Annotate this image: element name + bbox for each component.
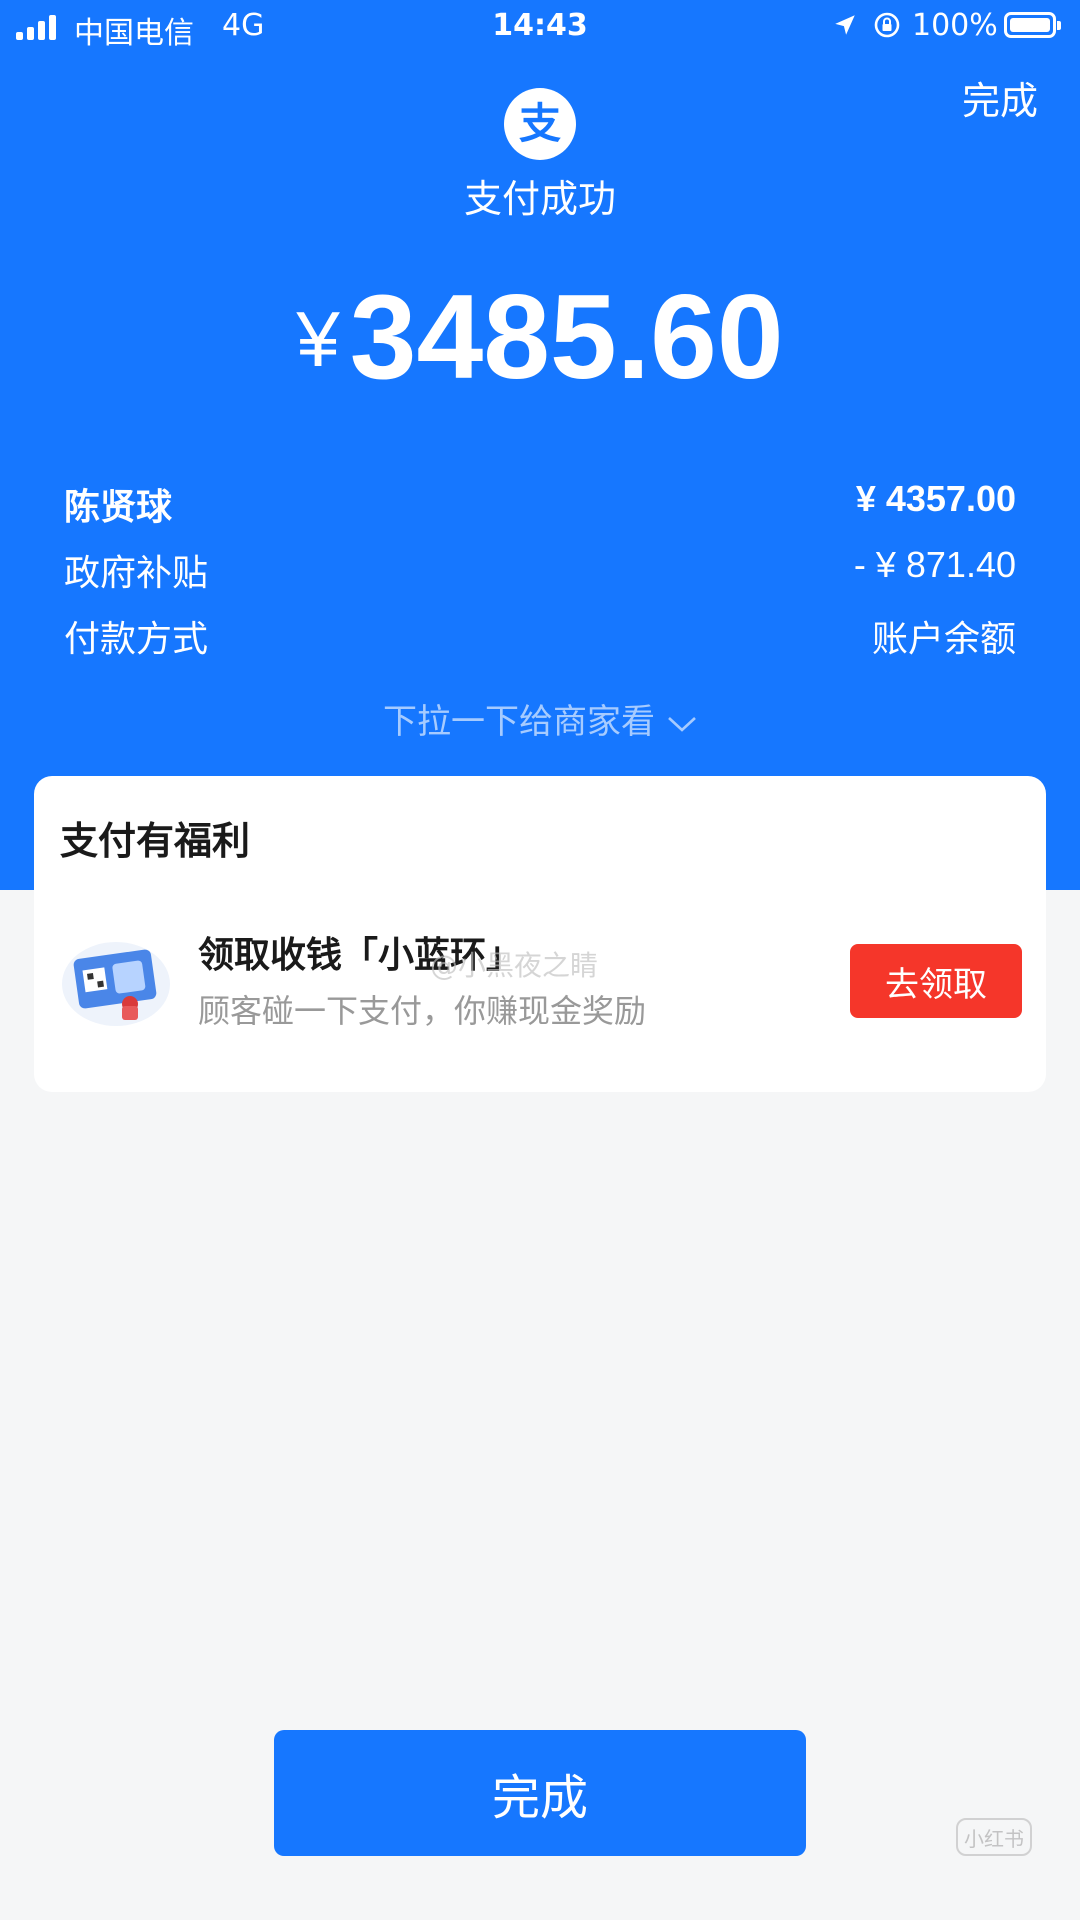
subsidy-label: 政府补贴	[64, 553, 209, 594]
claim-button[interactable]: 去领取	[850, 944, 1022, 1018]
done-button-top[interactable]: 完成	[962, 70, 1038, 125]
page-title: 支付成功	[463, 177, 616, 221]
battery-percent: 100%	[912, 8, 998, 43]
payment-success-screen: 中国电信 4G 14:43 100% 完成 支 支付成功 ¥3485.60 陈贤…	[0, 0, 1080, 1920]
brand-watermark: 小红书	[956, 1818, 1032, 1856]
benefits-title: 支付有福利	[60, 819, 251, 863]
payment-amount: ¥3485.60	[0, 268, 1080, 406]
alipay-logo-icon: 支	[504, 88, 576, 160]
qr-stand-thumbnail-icon	[62, 942, 170, 1026]
benefits-card: 支付有福利 领取收钱「小蓝环」 顾客碰一下支付，你赚现金奖励 去领取	[34, 776, 1046, 1092]
location-arrow-icon	[835, 15, 855, 35]
payment-method-value: 账户余额	[871, 619, 1016, 660]
chevron-down-icon	[668, 716, 696, 732]
pull-down-hint[interactable]: 下拉一下给商家看	[0, 694, 1080, 743]
subsidy-value: - ¥ 871.40	[853, 544, 1016, 585]
rotation-lock-icon	[874, 12, 900, 38]
payee-name: 陈贤球	[64, 487, 173, 528]
benefit-subtext: 顾客碰一下支付，你赚现金奖励	[198, 992, 647, 1030]
battery-icon	[1004, 12, 1061, 38]
status-bar: 中国电信 4G 14:43 100%	[0, 0, 1080, 54]
payment-method-label: 付款方式	[64, 619, 209, 660]
currency-symbol: ¥	[296, 295, 340, 383]
pull-down-hint-text: 下拉一下给商家看	[383, 702, 655, 742]
done-button[interactable]: 完成	[274, 1730, 806, 1856]
amount-value: 3485.60	[349, 270, 784, 404]
detail-row-method: 付款方式 账户余额	[64, 610, 1016, 660]
original-price: ¥ 4357.00	[855, 478, 1016, 519]
watermark: @小黑夜之睛	[430, 949, 599, 982]
detail-row-subsidy: 政府补贴 - ¥ 871.40	[64, 544, 1016, 594]
detail-row-payee: 陈贤球 ¥ 4357.00	[64, 478, 1016, 528]
svg-text:支: 支	[519, 99, 561, 148]
